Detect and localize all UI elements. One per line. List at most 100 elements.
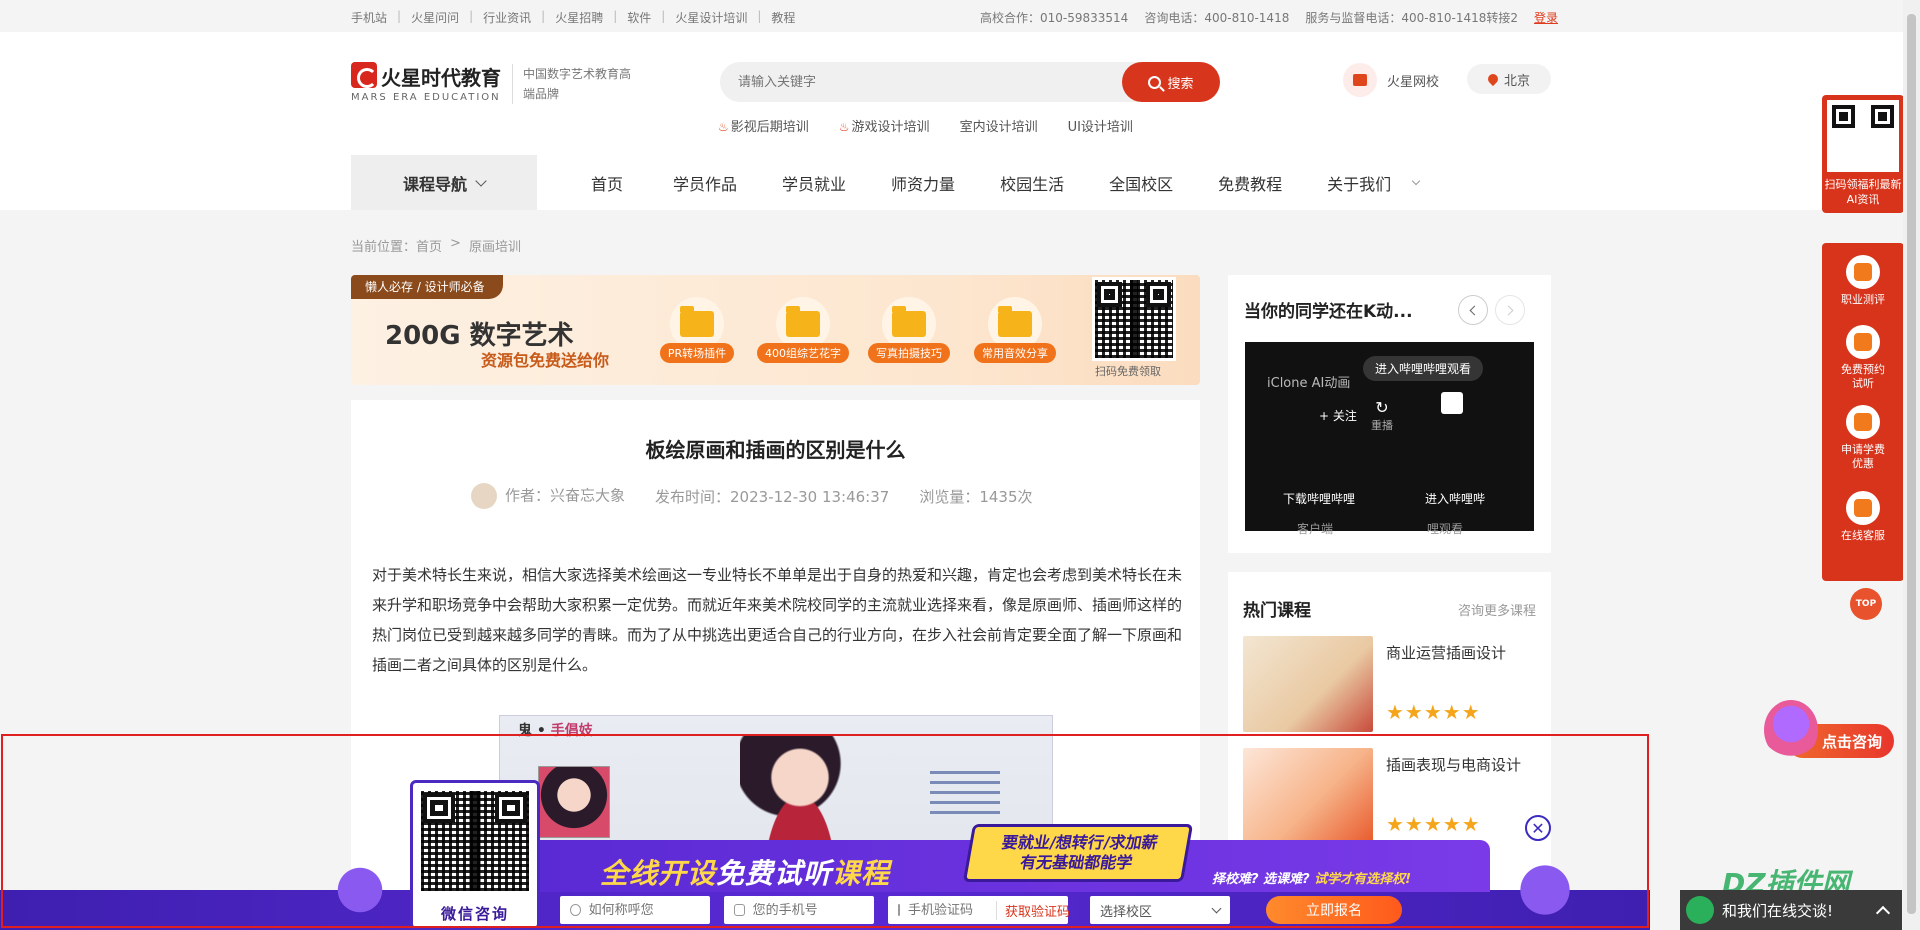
replay-label: 重播 <box>1371 419 1393 432</box>
sidebar-qr-caption: 扫码领福利最新AI资讯 <box>1824 178 1902 206</box>
close-icon[interactable]: ✕ <box>1525 815 1551 841</box>
nav-item-student-works[interactable]: 学员作品 <box>673 171 737 195</box>
yuan-icon <box>1846 405 1880 439</box>
top-link-news[interactable]: 行业资讯 <box>483 9 531 26</box>
logo-subtext: MARS ERA EDUCATION <box>351 92 501 103</box>
online-school-label: 火星网校 <box>1387 74 1440 90</box>
sidebar-item-label: 职业测评 <box>1841 293 1885 306</box>
sidebar-item-tuition-discount[interactable]: 申请学费优惠 <box>1822 405 1904 471</box>
article-views: 浏览量：1435次 <box>919 487 1033 506</box>
banner-folders: PR转场插件 400组综艺花字 写真拍摄技巧 常用音效分享 <box>656 297 1056 363</box>
nav-item-campuses[interactable]: 全国校区 <box>1109 171 1173 195</box>
separator: | <box>757 9 762 23</box>
site-logo[interactable]: 火星时代教育 MARS ERA EDUCATION <box>351 62 501 106</box>
article-title: 板绘原画和插画的区别是什么 <box>645 438 906 462</box>
signup-form: 获取验证码 选择校区 立即报名 <box>560 896 1402 924</box>
next-arrow-icon[interactable] <box>1495 295 1525 325</box>
like-icon[interactable] <box>1441 392 1463 414</box>
chevron-up-icon[interactable] <box>1875 905 1891 921</box>
folder-item[interactable]: 400组综艺花字 <box>757 297 849 363</box>
bottom-promo-bar: 全线开设免费试听课程 要就业/想转行/求加薪 有无基础都能学 择校难? 选课难?… <box>0 730 1650 930</box>
click-consult-widget[interactable]: 点击咨询 <box>1750 700 1900 780</box>
shield-icon <box>898 904 900 916</box>
nav-item-home[interactable]: 首页 <box>591 171 623 195</box>
breadcrumb-separator: > <box>450 236 461 251</box>
chevron-down-icon[interactable] <box>1411 176 1421 185</box>
top-link-design-training[interactable]: 火星设计培训 <box>675 9 747 26</box>
sidebar-item-free-trial[interactable]: 免费预约试听 <box>1822 325 1904 391</box>
search-input[interactable] <box>720 62 1120 102</box>
hot-keyword[interactable]: 室内设计培训 <box>960 116 1038 135</box>
top-link-jobs[interactable]: 火星招聘 <box>555 9 603 26</box>
more-courses-link[interactable]: 咨询更多课程 <box>1458 600 1536 619</box>
hot-keyword[interactable]: ♨ 影视后期培训 <box>718 116 809 135</box>
search-button-label: 搜索 <box>1167 76 1194 92</box>
course-nav-dropdown[interactable]: 课程导航 <box>351 155 537 210</box>
back-to-top-button[interactable]: TOP <box>1850 588 1882 620</box>
phone-input[interactable] <box>752 902 874 918</box>
resource-banner[interactable]: 懒人必存 / 设计师必备 200G 数字艺术 资源包免费送给你 PR转场插件 4… <box>351 275 1200 385</box>
follow-button[interactable]: + 关注 <box>1319 407 1357 424</box>
logo-text: 火星时代教育 <box>381 66 501 90</box>
name-field[interactable] <box>560 896 710 924</box>
nav-item-free-tutorials[interactable]: 免费教程 <box>1218 171 1282 195</box>
sidebar-item-label: 申请学费优惠 <box>1841 443 1885 470</box>
download-bilibili-link[interactable]: 下载哔哩哔哩 <box>1283 490 1355 507</box>
flame-icon: ♨ <box>718 120 729 134</box>
phone-field[interactable] <box>724 896 874 924</box>
sidebar-item-label: 免费预约试听 <box>1841 363 1885 390</box>
course-item[interactable]: 商业运营插画设计 ★★★★★ <box>1243 636 1538 732</box>
folder-item[interactable]: 常用音效分享 <box>974 297 1056 363</box>
promo-box-line: 要就业/想转行/求加薪 <box>1000 833 1160 852</box>
top-link-mobile[interactable]: 手机站 <box>351 9 387 26</box>
enter-bilibili-link[interactable]: 进入哔哩哔 <box>1425 490 1485 507</box>
nav-item-about[interactable]: 关于我们 <box>1327 171 1391 195</box>
folder-item[interactable]: PR转场插件 <box>656 297 738 363</box>
scrollbar-thumb[interactable] <box>1907 14 1916 914</box>
online-school-link[interactable]: 火星网校 <box>1343 62 1439 98</box>
get-code-button[interactable]: 获取验证码 <box>996 900 1078 920</box>
watch-on-bilibili-button[interactable]: 进入哔哩哔哩观看 <box>1363 356 1484 381</box>
prev-arrow-icon[interactable] <box>1458 295 1488 325</box>
online-chat-bar[interactable]: 和我们在线交谈! <box>1680 890 1902 930</box>
page-scrollbar[interactable] <box>1903 0 1920 930</box>
code-input[interactable] <box>908 902 988 918</box>
article-author: 作者：兴奋忘大象 <box>471 483 625 509</box>
code-field[interactable]: 获取验证码 <box>888 896 1070 924</box>
nav-item-campus-life[interactable]: 校园生活 <box>1000 171 1064 195</box>
hot-keywords: ♨ 影视后期培训 ♨ 游戏设计培训 室内设计培训 UI设计培训 <box>718 116 1133 135</box>
qr-code-image <box>1092 277 1176 361</box>
hot-keyword[interactable]: UI设计培训 <box>1068 116 1133 135</box>
folder-label: 常用音效分享 <box>974 343 1056 363</box>
campus-select[interactable]: 选择校区 <box>1090 896 1230 924</box>
signup-button[interactable]: 立即报名 <box>1266 896 1402 924</box>
hot-keyword[interactable]: ♨ 游戏设计培训 <box>839 116 930 135</box>
sidebar-item-career-test[interactable]: 职业测评 <box>1822 255 1904 307</box>
chat-icon <box>1846 491 1880 525</box>
folder-item[interactable]: 写真拍摄技巧 <box>868 297 950 363</box>
breadcrumb-home[interactable]: 首页 <box>416 236 442 255</box>
promo-slogan: 择校难? 选课难? 试学才有选择权! <box>1212 868 1411 887</box>
video-player[interactable]: iClone AI动画 进入哔哩哔哩观看 + 关注 ↻ 重播 下载哔哩哔哩 进入哔… <box>1245 342 1534 536</box>
search-button[interactable]: 搜索 <box>1122 62 1220 102</box>
nav-item-employment[interactable]: 学员就业 <box>782 171 846 195</box>
replay-button[interactable]: ↻ 重播 <box>1371 398 1393 433</box>
name-input[interactable] <box>588 902 710 918</box>
sidebar-item-online-service[interactable]: 在线客服 <box>1822 491 1904 543</box>
chevron-down-icon <box>1211 903 1222 913</box>
article-paragraph: 对于美术特长生来说，相信大家选择美术绘画这一专业特长不单单是出于自身的热爱和兴趣… <box>372 566 1183 674</box>
login-link[interactable]: 登录 <box>1534 9 1558 26</box>
top-link-tutorials[interactable]: 教程 <box>771 9 795 26</box>
logo-mark-icon <box>351 62 377 88</box>
sidebar-qr[interactable]: 扫码领福利最新AI资讯 <box>1822 95 1904 213</box>
nav-item-faculty[interactable]: 师资力量 <box>891 171 955 195</box>
city-selector[interactable]: 北京 <box>1467 64 1551 94</box>
replay-icon: ↻ <box>1375 398 1389 417</box>
separator: | <box>397 9 402 23</box>
course-name: 商业运营插画设计 <box>1386 644 1507 662</box>
top-link-ask[interactable]: 火星问问 <box>411 9 459 26</box>
wechat-icon <box>1686 896 1714 924</box>
breadcrumb-current[interactable]: 原画培训 <box>469 236 521 255</box>
promo-slogan-a: 择校难? 选课难? <box>1212 872 1315 887</box>
top-link-software[interactable]: 软件 <box>627 9 651 26</box>
